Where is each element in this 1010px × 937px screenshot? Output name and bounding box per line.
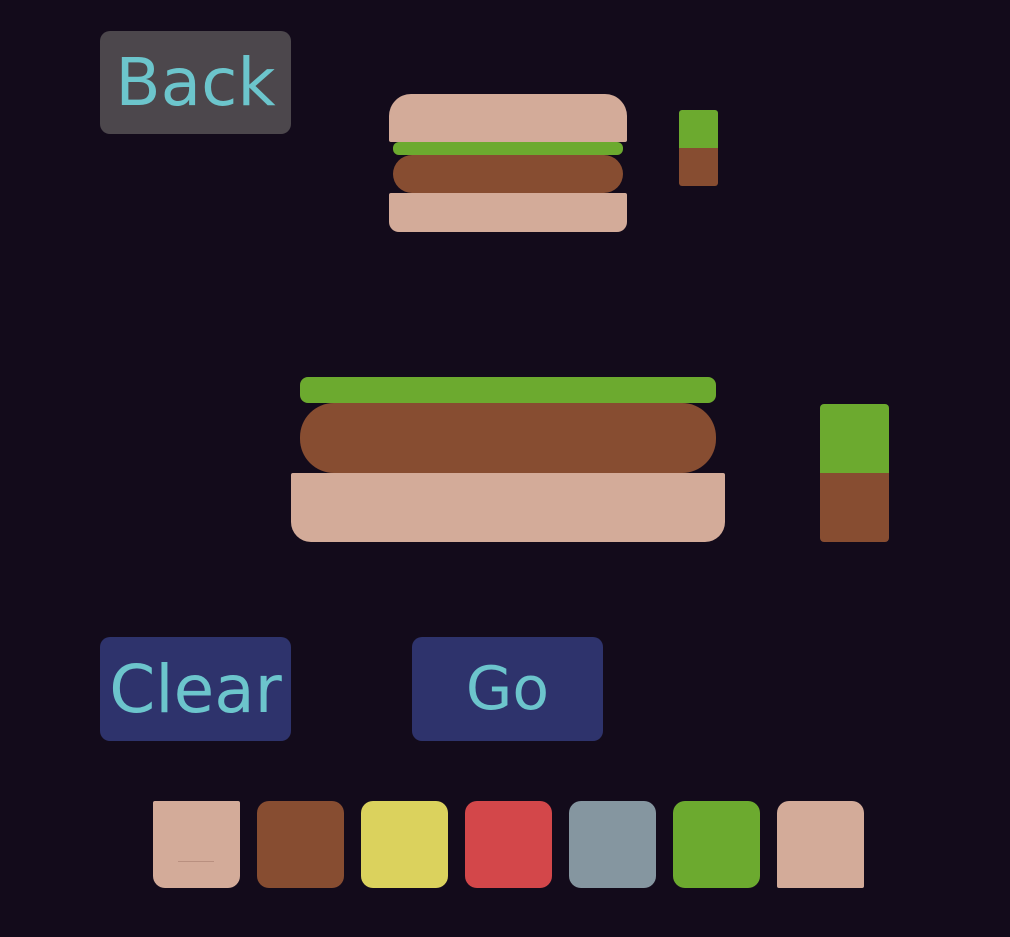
player-bun-bottom: [291, 473, 725, 542]
player-patty: [300, 403, 716, 473]
swatch-bun-top[interactable]: [777, 801, 864, 888]
target-lettuce: [393, 142, 623, 155]
game-stage: Back Clear Go: [0, 0, 1010, 937]
player-lettuce: [300, 377, 716, 403]
target-bun-bottom: [389, 193, 627, 232]
bun-seam-line: [178, 861, 214, 862]
swatch-lettuce[interactable]: [673, 801, 760, 888]
target-bun-top: [389, 94, 627, 142]
swatch-plate[interactable]: [569, 801, 656, 888]
swatch-patty[interactable]: [257, 801, 344, 888]
back-button[interactable]: Back: [100, 31, 291, 134]
player-indicator-lettuce: [820, 404, 889, 473]
target-indicator-lettuce: [679, 110, 718, 148]
go-button[interactable]: Go: [412, 637, 603, 741]
swatch-tomato[interactable]: [465, 801, 552, 888]
swatch-cheese[interactable]: [361, 801, 448, 888]
swatch-bun-bottom[interactable]: [153, 801, 240, 888]
target-patty: [393, 155, 623, 193]
target-indicator-patty: [679, 148, 718, 186]
player-indicator-patty: [820, 473, 889, 542]
clear-button[interactable]: Clear: [100, 637, 291, 741]
